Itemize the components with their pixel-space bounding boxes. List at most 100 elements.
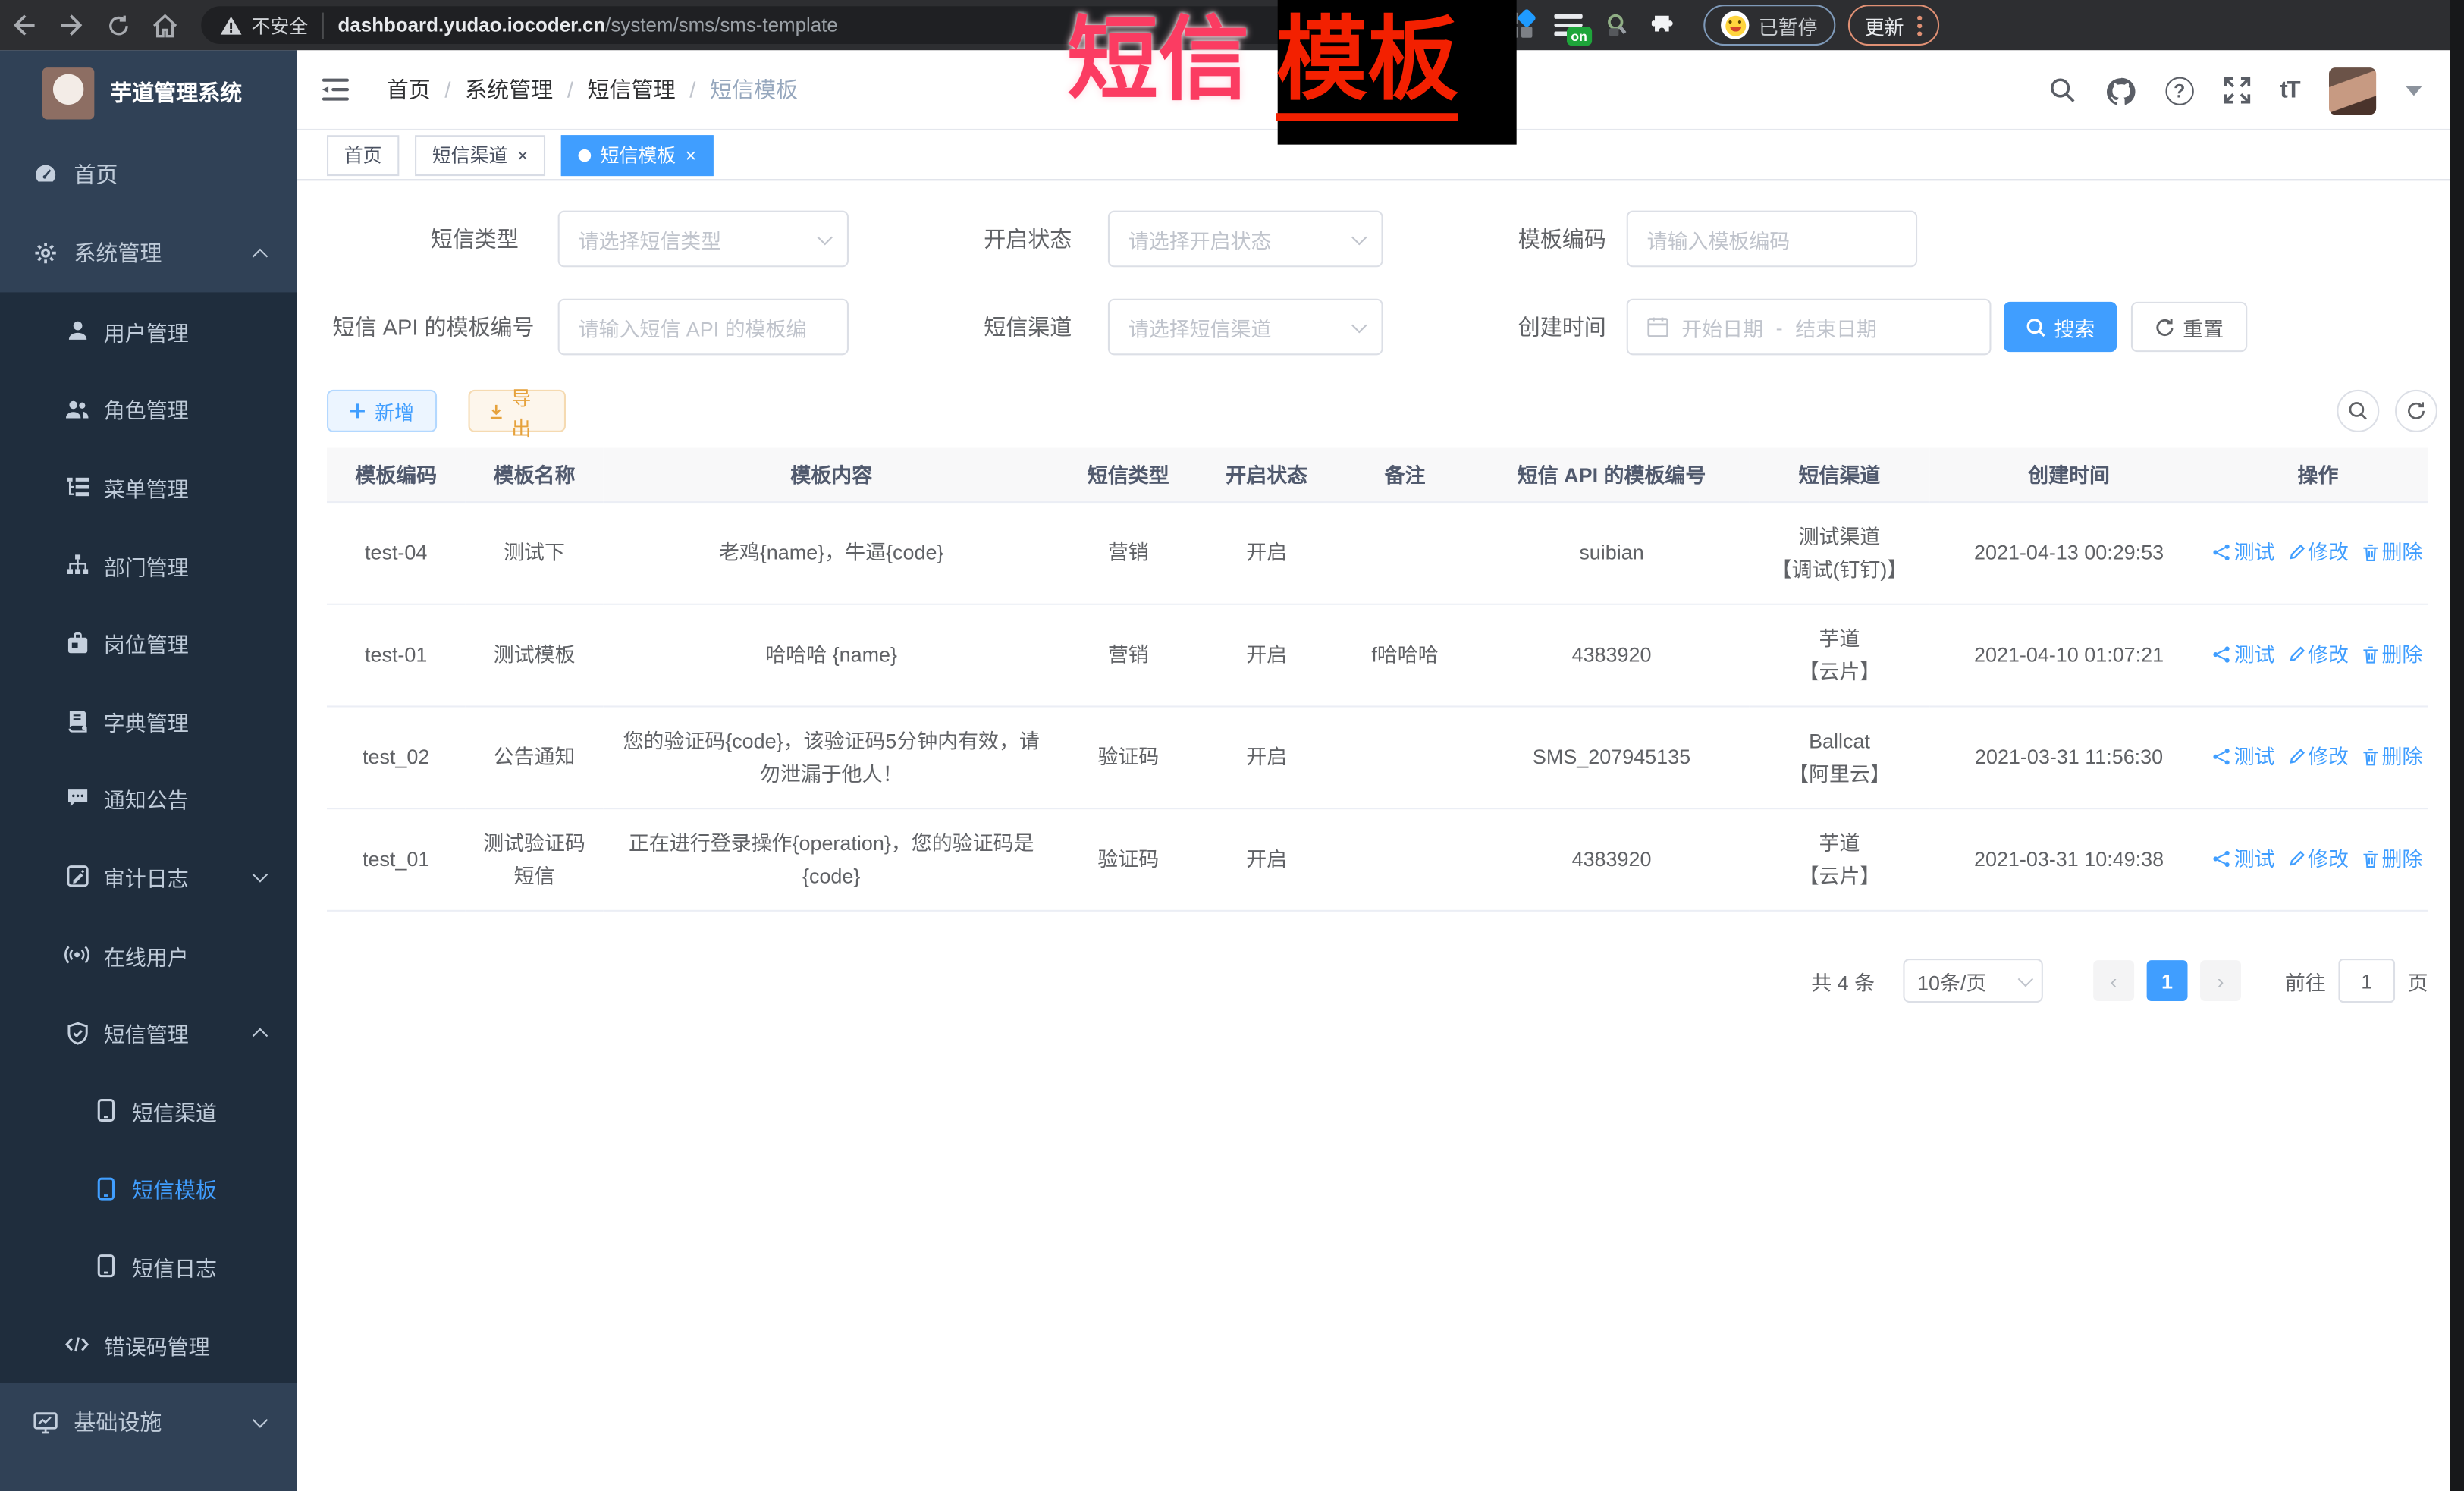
page-size-select[interactable]: 10条/页 bbox=[1903, 959, 2042, 1003]
sidebar-item-user-mgmt[interactable]: 用户管理 bbox=[0, 292, 297, 370]
breadcrumb-home[interactable]: 首页 bbox=[387, 74, 431, 105]
refresh-button[interactable] bbox=[2395, 390, 2437, 432]
close-icon[interactable]: × bbox=[517, 146, 529, 165]
sidebar-item-audit-log[interactable]: 审计日志 bbox=[0, 838, 297, 916]
api-template-input[interactable]: 请输入短信 API 的模板编 bbox=[558, 299, 849, 356]
sidebar-item-menu-mgmt[interactable]: 菜单管理 bbox=[0, 448, 297, 526]
edit-log-icon bbox=[64, 865, 89, 890]
search-icon[interactable] bbox=[2049, 77, 2076, 104]
sidebar-item-system-mgmt[interactable]: 系统管理 bbox=[0, 214, 297, 293]
message-bubble-icon bbox=[64, 786, 89, 811]
sidebar-item-sms-mgmt[interactable]: 短信管理 bbox=[0, 993, 297, 1072]
close-icon[interactable]: × bbox=[686, 146, 697, 165]
window-scrollbar-strip[interactable] bbox=[2450, 0, 2464, 1491]
insecure-warning-icon[interactable] bbox=[220, 15, 242, 36]
edit-link[interactable]: 修改 bbox=[2287, 536, 2349, 570]
header-actions: ? tT bbox=[2049, 50, 2422, 130]
browser-menu-icon[interactable] bbox=[1916, 15, 1921, 36]
browser-update-button[interactable]: 更新 bbox=[1847, 5, 1938, 46]
sidebar-item-sms-channel[interactable]: 短信渠道 bbox=[0, 1072, 297, 1150]
annotation-title-part2: 模板 bbox=[1276, 9, 1458, 121]
fullscreen-icon[interactable] bbox=[2224, 77, 2250, 104]
home-icon[interactable] bbox=[141, 0, 188, 50]
gauge-icon bbox=[33, 162, 58, 187]
sidebar-item-sms-template[interactable]: 短信模板 bbox=[0, 1150, 297, 1228]
delete-link[interactable]: 删除 bbox=[2362, 740, 2423, 774]
sidebar-item-errcode-mgmt[interactable]: 错误码管理 bbox=[0, 1305, 297, 1383]
sms-type-select[interactable]: 请选择短信类型 bbox=[558, 211, 849, 268]
search-button[interactable]: 搜索 bbox=[2004, 302, 2117, 352]
status-label: 开启状态 bbox=[847, 211, 1072, 268]
sidebar-item-role-mgmt[interactable]: 角色管理 bbox=[0, 370, 297, 448]
back-icon[interactable] bbox=[0, 0, 47, 50]
edit-link[interactable]: 修改 bbox=[2287, 638, 2349, 671]
sidebar-item-home[interactable]: 首页 bbox=[0, 135, 297, 214]
table-row: test_01 测试验证码短信 正在进行登录操作{operation}，您的验证… bbox=[327, 808, 2428, 910]
monitor-icon bbox=[33, 1410, 58, 1435]
channel-select[interactable]: 请选择短信渠道 bbox=[1108, 299, 1383, 356]
insecure-label[interactable]: 不安全 bbox=[252, 12, 324, 39]
profile-paused-pill[interactable]: 已暂停 bbox=[1703, 5, 1835, 46]
dict-book-icon bbox=[64, 708, 89, 733]
user-avatar[interactable] bbox=[2329, 67, 2376, 114]
filter-form: 短信类型 请选择短信类型 开启状态 请选择开启状态 模板编码 请输入模板编码 短… bbox=[297, 180, 2450, 388]
page-1-button[interactable]: 1 bbox=[2147, 960, 2188, 1001]
breadcrumb-system[interactable]: 系统管理 bbox=[465, 74, 553, 105]
sidebar-submenu-system: 用户管理 角色管理 菜单管理 部门管理 bbox=[0, 292, 297, 1383]
users-icon bbox=[64, 397, 89, 422]
reload-icon[interactable] bbox=[94, 0, 141, 50]
reset-button[interactable]: 重置 bbox=[2131, 302, 2247, 352]
delete-link[interactable]: 删除 bbox=[2362, 638, 2423, 671]
goto-page-input[interactable]: 1 bbox=[2338, 959, 2395, 1003]
text-size-icon[interactable]: tT bbox=[2280, 77, 2299, 104]
chevron-down-icon bbox=[253, 867, 268, 883]
test-link[interactable]: 测试 bbox=[2214, 638, 2275, 671]
chevron-down-icon bbox=[1351, 317, 1367, 333]
tab-sms-template[interactable]: 短信模板 × bbox=[561, 134, 714, 175]
template-code-input[interactable]: 请输入模板编码 bbox=[1627, 211, 1917, 268]
delete-link[interactable]: 删除 bbox=[2362, 843, 2423, 876]
extension-list-icon[interactable]: on bbox=[1554, 14, 1582, 36]
chevron-up-icon bbox=[253, 249, 268, 265]
collapse-sidebar-icon[interactable] bbox=[322, 79, 349, 101]
goto-label: 前往 bbox=[2285, 965, 2326, 995]
tab-sms-channel[interactable]: 短信渠道 × bbox=[415, 134, 545, 175]
prev-page-button[interactable]: ‹ bbox=[2093, 960, 2134, 1001]
col-template-content: 模板内容 bbox=[604, 448, 1059, 501]
col-channel: 短信渠道 bbox=[1749, 448, 1929, 501]
update-label: 更新 bbox=[1865, 10, 1904, 39]
sidebar-item-notice[interactable]: 通知公告 bbox=[0, 760, 297, 838]
edit-link[interactable]: 修改 bbox=[2287, 740, 2349, 774]
test-link[interactable]: 测试 bbox=[2214, 843, 2275, 876]
table-header-row: 模板编码 模板名称 模板内容 短信类型 开启状态 备注 短信 API 的模板编号… bbox=[327, 448, 2428, 501]
sidebar-item-dict-mgmt[interactable]: 字典管理 bbox=[0, 682, 297, 760]
edit-link[interactable]: 修改 bbox=[2287, 843, 2349, 876]
delete-link[interactable]: 删除 bbox=[2362, 536, 2423, 570]
date-range-picker[interactable]: 开始日期 - 结束日期 bbox=[1627, 299, 1992, 356]
help-icon[interactable]: ? bbox=[2165, 77, 2193, 105]
test-link[interactable]: 测试 bbox=[2214, 536, 2275, 570]
export-button[interactable]: 导出 bbox=[469, 390, 566, 432]
tab-home[interactable]: 首页 bbox=[327, 134, 399, 175]
sms-type-label: 短信类型 bbox=[297, 211, 519, 268]
avatar-dropdown-icon[interactable] bbox=[2406, 86, 2422, 95]
phone-icon bbox=[93, 1098, 118, 1123]
toggle-search-button[interactable] bbox=[2337, 390, 2379, 432]
forward-icon[interactable] bbox=[47, 0, 94, 50]
sidebar-logo[interactable]: 芋道管理系统 bbox=[0, 50, 297, 135]
sidebar-item-infrastructure[interactable]: 基础设施 bbox=[0, 1383, 297, 1462]
col-status: 开启状态 bbox=[1197, 448, 1336, 501]
screenshot-root: 不安全 dashboard.yudao.iocoder.cn/system/sm… bbox=[0, 0, 2464, 1491]
sidebar-item-sms-log[interactable]: 短信日志 bbox=[0, 1228, 297, 1306]
extension-magnifier-icon[interactable] bbox=[1605, 13, 1630, 38]
sidebar-item-post-mgmt[interactable]: 岗位管理 bbox=[0, 604, 297, 683]
test-link[interactable]: 测试 bbox=[2214, 740, 2275, 774]
add-button[interactable]: 新增 bbox=[327, 390, 437, 432]
sidebar-item-online-users[interactable]: 在线用户 bbox=[0, 916, 297, 994]
status-select[interactable]: 请选择开启状态 bbox=[1108, 211, 1383, 268]
next-page-button[interactable]: › bbox=[2200, 960, 2241, 1001]
github-icon[interactable] bbox=[2105, 77, 2135, 105]
extensions-puzzle-icon[interactable] bbox=[1652, 12, 1678, 39]
breadcrumb-sms[interactable]: 短信管理 bbox=[588, 74, 676, 105]
sidebar-item-dept-mgmt[interactable]: 部门管理 bbox=[0, 526, 297, 604]
